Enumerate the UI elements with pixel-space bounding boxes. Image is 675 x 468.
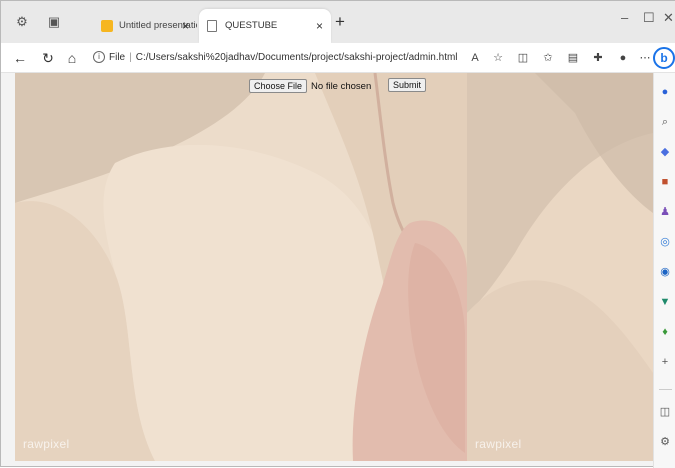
designer-icon[interactable]: ▼ — [658, 295, 672, 309]
file-status-text: No file chosen — [311, 80, 372, 92]
watermark-right: rawpixel — [475, 437, 522, 451]
settings-icon[interactable]: ⚙ — [658, 435, 672, 449]
address-separator: | — [129, 52, 132, 63]
more-menu-icon[interactable]: ⋯ — [637, 50, 653, 66]
slides-icon — [101, 20, 113, 32]
outlook-icon[interactable]: ◉ — [658, 265, 672, 279]
watermark-left: rawpixel — [23, 437, 70, 451]
close-button[interactable]: ✕ — [663, 9, 674, 27]
sidebar-divider — [659, 389, 672, 390]
file-upload-control: Choose File No file chosen — [249, 78, 371, 94]
favorites-icon[interactable]: ✩ — [540, 50, 556, 66]
tab-close-icon[interactable]: × — [316, 9, 323, 43]
home-icon[interactable]: ⌂ — [63, 49, 81, 67]
navigation-toolbar: ← ↻ ⌂ i File | C:/Users/sakshi%20jadhav/Doc… — [1, 43, 675, 73]
tag-icon[interactable]: ◆ — [658, 145, 672, 159]
address-bar[interactable]: i File | C:/Users/sakshi%20jadhav/Documents… — [93, 48, 463, 68]
search-icon[interactable]: ⌕ — [658, 115, 672, 129]
tab-actions-icon[interactable]: ▣ — [45, 13, 63, 31]
microsoft-365-icon[interactable]: ◎ — [658, 235, 672, 249]
favorite-star-icon[interactable]: ☆ — [490, 50, 506, 66]
scheme-label: File — [109, 52, 126, 63]
refresh-icon[interactable]: ↻ — [39, 49, 57, 67]
url-text: C:/Users/sakshi%20jadhav/Documents/proje… — [135, 52, 458, 63]
add-icon[interactable]: + — [658, 355, 672, 369]
extensions-icon[interactable]: ✚ — [590, 50, 606, 66]
info-icon[interactable]: i — [93, 51, 105, 64]
background-artwork — [15, 73, 653, 461]
tab-title: QUESTUBE — [225, 20, 278, 31]
read-aloud-icon[interactable]: A — [467, 50, 483, 66]
split-screen-icon[interactable]: ◫ — [658, 405, 672, 419]
games-icon[interactable]: ♟ — [658, 205, 672, 219]
minimize-button[interactable]: – — [621, 9, 628, 27]
back-icon[interactable]: ← — [11, 49, 29, 67]
drop-icon[interactable]: ♦ — [658, 325, 672, 339]
title-bar: ⚙ ▣ Untitled presentation - Goo × QUESTU… — [1, 1, 675, 43]
workspaces-icon[interactable]: ⚙ — [13, 13, 31, 31]
shopping-icon[interactable]: ■ — [658, 175, 672, 189]
copilot-icon[interactable]: b — [653, 47, 675, 69]
tab-untitled-presentation[interactable]: Untitled presentation - Goo × — [93, 9, 197, 43]
submit-button[interactable]: Submit — [388, 78, 427, 92]
maximize-button[interactable]: ☐ — [643, 9, 655, 27]
browser-window: ⚙ ▣ Untitled presentation - Goo × QUESTU… — [0, 0, 675, 468]
pin-icon[interactable]: ● — [658, 85, 672, 99]
page-icon — [207, 20, 217, 32]
profile-avatar-icon[interactable]: ● — [615, 50, 631, 66]
new-tab-button[interactable]: + — [335, 13, 345, 31]
tab-questube[interactable]: QUESTUBE × — [199, 9, 331, 43]
choose-file-button[interactable]: Choose File — [249, 79, 308, 93]
split-screen-icon[interactable]: ◫ — [515, 50, 531, 66]
page-content: Choose File No file chosen Submit rawpix… — [15, 73, 653, 461]
tab-close-icon[interactable]: × — [182, 9, 189, 43]
collections-icon[interactable]: ▤ — [565, 50, 581, 66]
edge-sidebar: ● ⌕ ◆ ■ ♟ ◎ ◉ ▼ ♦ + ◫ ⚙ — [653, 73, 675, 468]
